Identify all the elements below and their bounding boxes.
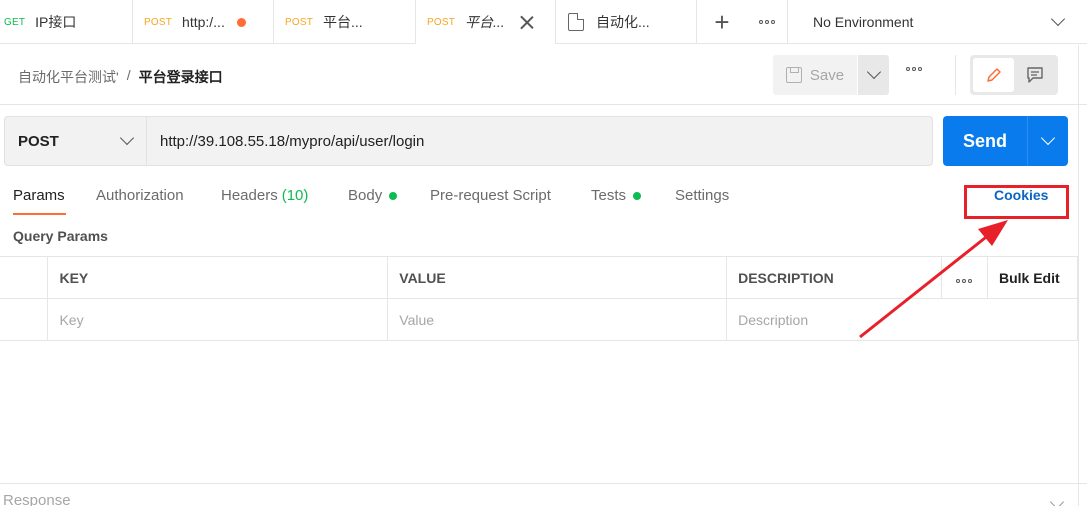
tab-tests[interactable]: Tests (591, 187, 642, 204)
environment-label: No Environment (813, 14, 914, 30)
edit-mode-button[interactable] (973, 58, 1014, 92)
headers-count: (10) (281, 187, 309, 204)
row-checkbox-cell (0, 298, 49, 341)
divider (0, 483, 1087, 484)
tab-headers-label: Headers (221, 187, 278, 204)
request-more-button[interactable] (906, 67, 922, 71)
tab-label: http:/... (182, 14, 225, 30)
breadcrumb-collection[interactable]: 自动化平台测试' (18, 67, 119, 87)
tab-authorization[interactable]: Authorization (96, 187, 184, 204)
chevron-down-icon (1050, 11, 1066, 27)
bulk-edit-button[interactable]: Bulk Edit (986, 256, 1079, 299)
tab-method-badge: POST (427, 16, 456, 28)
comment-icon (1026, 67, 1043, 83)
url-bar: POST (4, 116, 933, 166)
request-tab-active[interactable]: POST 平台... (416, 0, 556, 44)
more-icon (956, 278, 973, 283)
request-tab-collection[interactable]: 自动化... (556, 0, 697, 44)
pencil-icon (986, 68, 1001, 82)
query-params-table: KEY VALUE DESCRIPTION Bulk Edit Key Valu… (0, 256, 1079, 341)
active-tab-indicator (13, 213, 66, 215)
request-tab-bar: GET IP接口 POST http:/... POST 平台... POST … (0, 0, 1087, 44)
more-icon (759, 20, 775, 24)
tab-more-button[interactable] (747, 0, 787, 44)
tab-body-label: Body (348, 187, 383, 204)
close-tab-icon[interactable] (519, 14, 535, 30)
tab-method-badge: POST (285, 16, 314, 28)
tab-label: 平台... (465, 14, 505, 30)
tab-headers[interactable]: Headers (10) (221, 187, 308, 204)
send-options-button[interactable] (1027, 116, 1068, 166)
request-name[interactable]: 平台登录接口 (139, 67, 223, 87)
checkbox-column-header (0, 256, 49, 299)
tab-label: IP接口 (35, 14, 77, 30)
request-tab-ip[interactable]: GET IP接口 (0, 0, 133, 44)
pane-divider (1078, 45, 1079, 506)
new-tab-button[interactable]: + (697, 0, 747, 44)
chevron-down-icon (119, 130, 135, 146)
status-dot (389, 191, 398, 200)
document-icon (568, 13, 584, 31)
unsaved-changes-dot (236, 17, 246, 27)
plus-icon: + (714, 6, 730, 37)
request-subtabs: Params Authorization Headers (10) Body P… (0, 180, 1087, 220)
key-column-header: KEY (47, 256, 389, 299)
chevron-down-icon (866, 64, 881, 80)
breadcrumb-separator: / (126, 67, 131, 83)
comments-button[interactable] (1014, 58, 1055, 92)
more-icon (906, 67, 922, 71)
tab-label: 平台... (323, 14, 363, 30)
status-dot (633, 191, 642, 200)
divider (955, 55, 956, 95)
save-label: Save (809, 66, 845, 84)
column-options-button[interactable] (941, 256, 988, 299)
annotation-highlight-box (964, 185, 1069, 219)
method-select[interactable]: POST (4, 116, 147, 166)
save-icon (785, 67, 802, 83)
tab-settings-label: Settings (675, 187, 730, 204)
tab-tests-label: Tests (591, 187, 627, 204)
value-column-header: VALUE (387, 256, 728, 299)
tab-body[interactable]: Body (348, 187, 398, 204)
method-label: POST (18, 132, 59, 150)
tab-prerequest-script[interactable]: Pre-request Script (430, 187, 551, 204)
environment-selector[interactable]: No Environment (788, 0, 1087, 44)
request-header: 自动化平台测试' / 平台登录接口 Save (0, 45, 1087, 105)
tab-params-label: Params (13, 187, 65, 204)
tab-prerequest-label: Pre-request Script (430, 187, 551, 204)
description-input[interactable]: Description (726, 298, 1078, 341)
save-options-button[interactable] (858, 55, 889, 95)
tab-label: 自动化... (596, 14, 650, 30)
tab-method-badge: GET (4, 16, 26, 28)
table-row: Key Value Description (0, 298, 1078, 341)
tab-authorization-label: Authorization (96, 187, 184, 204)
save-button[interactable]: Save (773, 55, 857, 95)
tab-actions: + (697, 0, 788, 44)
save-group: Save (773, 55, 889, 95)
tab-settings[interactable]: Settings (675, 187, 729, 204)
view-toggle (970, 55, 1058, 95)
table-header-row: KEY VALUE DESCRIPTION Bulk Edit (0, 256, 1079, 299)
breadcrumb: 自动化平台测试' / 平台登录接口 (18, 67, 223, 87)
key-input[interactable]: Key (47, 298, 389, 341)
send-group: Send (943, 116, 1068, 166)
tab-method-badge: POST (144, 16, 173, 28)
send-button[interactable]: Send (943, 116, 1027, 166)
url-input[interactable] (147, 116, 933, 166)
value-input[interactable]: Value (387, 298, 728, 341)
request-tab-http[interactable]: POST http:/... (133, 0, 274, 44)
chevron-down-icon[interactable] (1049, 494, 1065, 506)
chevron-down-icon (1040, 130, 1056, 146)
description-column-header: DESCRIPTION (726, 256, 942, 299)
request-tab-platform[interactable]: POST 平台... (274, 0, 416, 44)
tab-params[interactable]: Params (13, 187, 65, 204)
query-params-title: Query Params (13, 228, 108, 244)
response-header[interactable]: Response (3, 492, 71, 506)
